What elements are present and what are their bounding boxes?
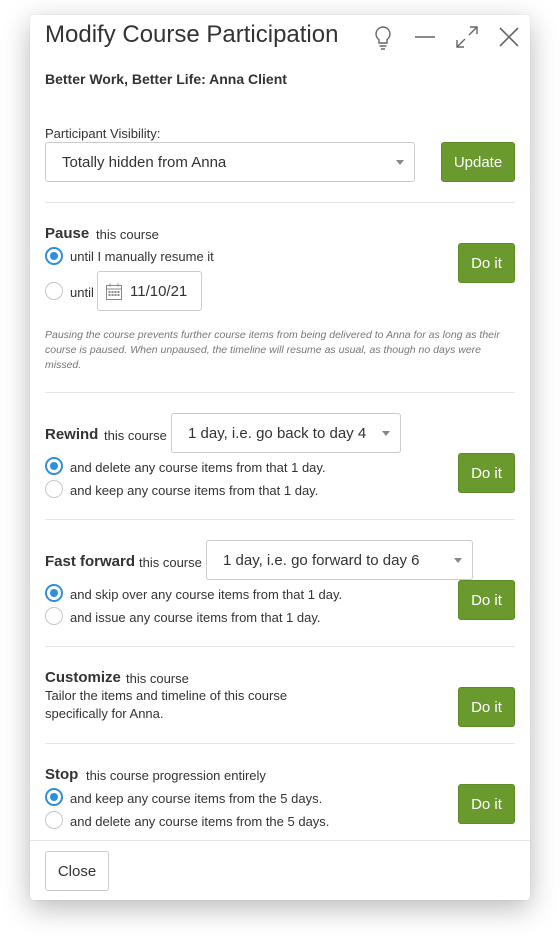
customize-title: Customize — [45, 669, 121, 686]
rewind-days-select[interactable]: 1 day, i.e. go back to day 4 — [171, 413, 401, 453]
visibility-select[interactable]: Totally hidden from Anna — [45, 142, 415, 182]
customize-description-line2: specifically for Anna. — [45, 706, 164, 721]
stop-do-it-button[interactable]: Do it — [458, 784, 515, 824]
pause-option-manual-label: until I manually resume it — [70, 249, 214, 264]
close-button[interactable]: Close — [45, 851, 109, 891]
fastforward-option-issue-label: and issue any course items from that 1 d… — [70, 610, 321, 625]
pause-do-it-button[interactable]: Do it — [458, 243, 515, 283]
rewind-subtitle: this course — [104, 428, 167, 443]
divider — [45, 646, 515, 647]
customize-description-line1: Tailor the items and timeline of this co… — [45, 688, 288, 703]
pause-date-input[interactable]: 11/10/21 — [97, 271, 202, 311]
visibility-label: Participant Visibility: — [45, 126, 161, 141]
rewind-do-it-button[interactable]: Do it — [458, 453, 515, 493]
rewind-option-delete-label: and delete any course items from that 1 … — [70, 460, 326, 475]
stop-option-delete-label: and delete any course items from the 5 d… — [70, 814, 330, 829]
rewind-title: Rewind — [45, 426, 99, 443]
pause-title: Pause — [45, 225, 90, 242]
stop-option-keep-label: and keep any course items from the 5 day… — [70, 791, 323, 806]
rewind-option-keep-label: and keep any course items from that 1 da… — [70, 483, 319, 498]
fastforward-select-value: 1 day, i.e. go forward to day 6 — [223, 551, 420, 569]
stop-title: Stop — [45, 766, 79, 783]
expand-icon[interactable] — [451, 21, 483, 53]
rewind-radio-delete[interactable] — [45, 457, 63, 475]
stop-subtitle: this course progression entirely — [86, 768, 266, 783]
pause-radio-manual[interactable] — [45, 247, 63, 265]
stop-radio-delete[interactable] — [45, 811, 63, 829]
divider — [45, 202, 515, 203]
minimize-icon[interactable] — [409, 21, 441, 53]
dialog-title: Modify Course Participation — [45, 21, 339, 48]
rewind-radio-keep[interactable] — [45, 480, 63, 498]
customize-do-it-button[interactable]: Do it — [458, 687, 515, 727]
fastforward-title: Fast forward — [45, 553, 136, 570]
footer-divider — [30, 840, 530, 841]
fastforward-radio-skip[interactable] — [45, 584, 63, 602]
lightbulb-icon[interactable] — [367, 21, 399, 53]
divider — [45, 519, 515, 520]
fastforward-radio-issue[interactable] — [45, 607, 63, 625]
chevron-down-icon — [396, 160, 404, 165]
pause-note: Pausing the course prevents further cour… — [45, 329, 500, 371]
pause-date-value: 11/10/21 — [130, 283, 188, 300]
chevron-down-icon — [382, 431, 390, 436]
close-icon[interactable] — [493, 21, 525, 53]
calendar-icon — [106, 283, 122, 300]
course-subtitle: Better Work, Better Life: Anna Client — [45, 71, 287, 87]
customize-subtitle: this course — [126, 671, 189, 686]
update-button[interactable]: Update — [441, 142, 515, 182]
chevron-down-icon — [454, 558, 462, 563]
divider — [45, 392, 515, 393]
fastforward-do-it-button[interactable]: Do it — [458, 580, 515, 620]
pause-option-until-label: until — [70, 285, 94, 300]
pause-subtitle: this course — [96, 227, 159, 242]
modify-course-dialog: Modify Course Participation Better Work,… — [30, 15, 530, 900]
stop-radio-keep[interactable] — [45, 788, 63, 806]
fastforward-days-select[interactable]: 1 day, i.e. go forward to day 6 — [206, 540, 473, 580]
visibility-select-value: Totally hidden from Anna — [62, 153, 227, 171]
pause-radio-until[interactable] — [45, 282, 63, 300]
rewind-select-value: 1 day, i.e. go back to day 4 — [188, 424, 367, 442]
fastforward-subtitle: this course — [139, 555, 202, 570]
fastforward-option-skip-label: and skip over any course items from that… — [70, 587, 343, 602]
divider — [45, 743, 515, 744]
